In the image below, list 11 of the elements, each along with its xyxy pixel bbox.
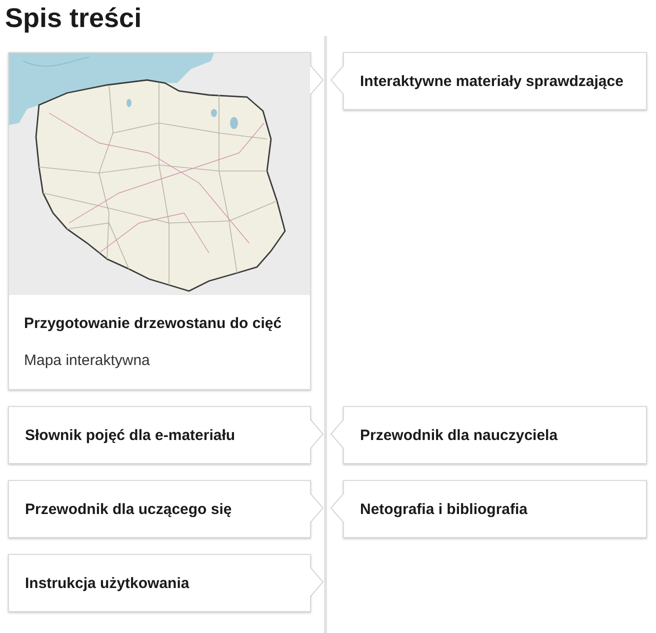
triangle-pointer-icon xyxy=(330,493,344,523)
chapter-card[interactable]: Przygotowanie drzewostanu do cięć Mapa interaktywna xyxy=(8,52,311,390)
page-title: Spis treści xyxy=(5,3,142,35)
chapter-title: Przygotowanie drzewostanu do cięć xyxy=(24,314,282,334)
triangle-pointer-icon xyxy=(330,65,344,95)
chapter-subtitle: Mapa interaktywna xyxy=(24,351,150,371)
triangle-pointer-icon xyxy=(310,493,324,523)
triangle-pointer-icon xyxy=(310,65,324,95)
triangle-pointer-icon xyxy=(330,419,344,449)
triangle-pointer-icon xyxy=(310,419,324,449)
triangle-pointer-icon xyxy=(310,567,324,597)
